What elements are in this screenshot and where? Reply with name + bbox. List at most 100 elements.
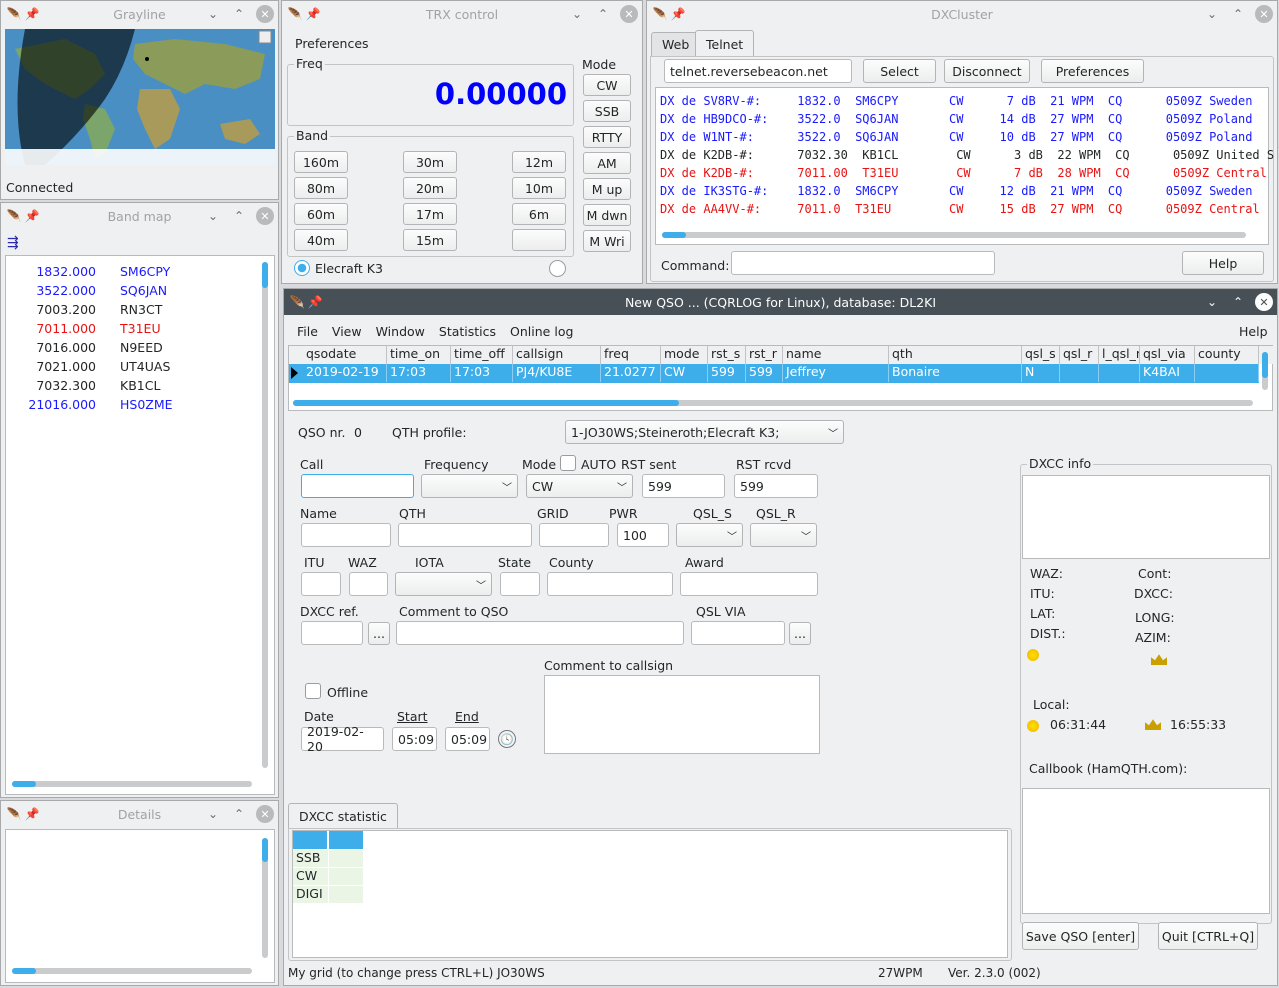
dx-spot-row[interactable]: DX de AA4VV-#: 7011.0 T31EU CW 15 dB 27 … [660, 202, 1260, 220]
column-header-county[interactable]: county [1195, 346, 1259, 364]
trx-preferences-menu[interactable]: Preferences [295, 36, 369, 51]
dx-spot-row[interactable]: DX de HB9DCO-#: 3522.0 SQ6JAN CW 14 dB 2… [660, 112, 1252, 130]
call-input[interactable] [301, 474, 414, 498]
column-header-rst-s[interactable]: rst_s [708, 346, 746, 364]
minimize-icon[interactable]: ⌄ [1203, 293, 1221, 311]
menu-window[interactable]: Window [376, 324, 425, 339]
pin-icon[interactable]: 📌 [306, 293, 324, 311]
pin-icon[interactable]: 📌 [304, 5, 322, 23]
mode-button-m-wri[interactable]: M Wri [583, 230, 631, 252]
dx-spot-list[interactable]: DX de SV8RV-#: 1832.0 SM6CPY CW 7 dB 21 … [655, 87, 1274, 245]
comment-qso-input[interactable] [396, 621, 684, 645]
maximize-icon[interactable]: ⌃ [230, 805, 248, 823]
column-header-l-qsl-r[interactable]: l_qsl_r [1099, 346, 1140, 364]
close-icon[interactable]: ✕ [256, 5, 274, 23]
mode-select[interactable]: CW ﹀ [526, 474, 633, 498]
column-header-qsl-s[interactable]: qsl_s [1022, 346, 1060, 364]
disconnect-button[interactable]: Disconnect [944, 59, 1030, 83]
bandmap-titlebar[interactable]: 🪶 📌 Band map ⌄ ⌃ ✕ [1, 203, 278, 229]
band-button-12m[interactable]: 12m [512, 151, 566, 173]
list-item[interactable]: 3522.000 SQ6JAN [6, 283, 167, 302]
maximize-icon[interactable]: ⌃ [1229, 293, 1247, 311]
column-header-qth[interactable]: qth [889, 346, 1022, 364]
dxcc-ref-browse-button[interactable]: ... [368, 622, 390, 645]
column-header-time-on[interactable]: time_on [387, 346, 451, 364]
date-input[interactable]: 2019-02-20 [301, 724, 384, 754]
minimize-icon[interactable]: ⌄ [204, 5, 222, 23]
pwr-input[interactable]: 100 [617, 523, 669, 547]
list-item[interactable]: 1832.000 SM6CPY [6, 264, 170, 283]
server-input[interactable]: telnet.reversebeacon.net [664, 59, 852, 83]
column-header-time-off[interactable]: time_off [451, 346, 513, 364]
tab-dxcc-statistic[interactable]: DXCC statistic [288, 803, 398, 829]
radio-selector[interactable]: Elecraft K3 [294, 260, 383, 276]
mode-button-m-dwn[interactable]: M dwn [583, 204, 631, 226]
frequency-select[interactable]: ﹀ [421, 474, 518, 498]
band-button-80m[interactable]: 80m [294, 177, 348, 199]
offline-checkbox[interactable] [305, 683, 321, 699]
details-titlebar[interactable]: 🪶 📌 Details ⌄ ⌃ ✕ [1, 801, 278, 827]
band-button-40m[interactable]: 40m [294, 229, 348, 251]
iota-select[interactable]: ﹀ [395, 572, 492, 596]
comment-callsign-input[interactable] [544, 675, 820, 754]
list-item[interactable]: 7032.300 KB1CL [6, 378, 160, 397]
band-button-160m[interactable]: 160m [294, 151, 348, 173]
menu-online-log[interactable]: Online log [510, 324, 573, 339]
trx-titlebar[interactable]: 🪶 📌 TRX control ⌄ ⌃ ✕ [282, 1, 642, 27]
command-input[interactable] [731, 251, 995, 275]
mode-button-m-up[interactable]: M up [583, 178, 631, 200]
bandmap-filter-icon[interactable]: ⇶ [7, 235, 19, 251]
mode-button-cw[interactable]: CW [583, 74, 631, 96]
close-icon[interactable]: ✕ [1255, 293, 1273, 311]
radio-on-icon[interactable] [294, 260, 310, 276]
table-vscroll[interactable] [1262, 352, 1268, 390]
tab-web[interactable]: Web [651, 32, 701, 56]
menu-help[interactable]: Help [1239, 324, 1268, 339]
county-input[interactable] [547, 572, 673, 596]
dxcluster-titlebar[interactable]: 🪶 📌 DXCluster ⌄ ⌃ ✕ [647, 1, 1277, 27]
clock-icon[interactable]: 🕓 [498, 730, 516, 748]
qsl-via-input[interactable] [691, 621, 785, 645]
minimize-icon[interactable]: ⌄ [204, 805, 222, 823]
table-hscroll[interactable] [293, 400, 1253, 406]
menu-statistics[interactable]: Statistics [439, 324, 496, 339]
dxcc-ref-input[interactable] [301, 621, 363, 645]
recent-qso-table[interactable]: qsodate time_on time_off callsign freq mode rs… [288, 345, 1274, 411]
qsl-via-browse-button[interactable]: ... [789, 622, 811, 645]
band-button-20m[interactable]: 20m [403, 177, 457, 199]
tab-telnet[interactable]: Telnet [695, 30, 755, 57]
name-input[interactable] [301, 523, 391, 547]
minimize-icon[interactable]: ⌄ [568, 5, 586, 23]
mode-button-ssb[interactable]: SSB [583, 100, 631, 122]
bandmap-vscroll[interactable] [262, 262, 268, 768]
close-icon[interactable]: ✕ [1255, 5, 1273, 23]
column-header-qsodate[interactable]: qsodate [303, 346, 387, 364]
list-item[interactable]: 7016.000 N9EED [6, 340, 162, 359]
list-item[interactable]: 7021.000 UT4UAS [6, 359, 170, 378]
grayline-titlebar[interactable]: 🪶 📌 Grayline ⌄ ⌃ ✕ [1, 1, 278, 27]
column-header-qsl-via[interactable]: qsl_via [1140, 346, 1195, 364]
dx-spot-row[interactable]: DX de SV8RV-#: 1832.0 SM6CPY CW 7 dB 21 … [660, 94, 1252, 112]
maximize-icon[interactable]: ⌃ [594, 5, 612, 23]
list-item[interactable]: 7011.000 T31EU [6, 321, 160, 340]
list-item[interactable]: 7003.200 RN3CT [6, 302, 162, 321]
save-qso-button[interactable]: Save QSO [enter] [1022, 922, 1139, 950]
end-input[interactable]: 05:09 [445, 727, 490, 751]
qth-profile-select[interactable]: 1-JO30WS;Steineroth;Elecraft K3; ﹀ [565, 420, 844, 444]
dx-spot-row[interactable]: DX de K2DB-#: 7011.00 T31EU CW 7 dB 28 W… [660, 166, 1267, 184]
menu-file[interactable]: File [297, 324, 318, 339]
qsl-r-select[interactable]: ﹀ [750, 523, 817, 547]
band-button-6m[interactable]: 6m [512, 203, 566, 225]
menu-view[interactable]: View [332, 324, 362, 339]
pin-icon[interactable]: 📌 [23, 5, 41, 23]
dx-spot-row[interactable]: DX de W1NT-#: 3522.0 SQ6JAN CW 10 dB 27 … [660, 130, 1252, 148]
pin-icon[interactable]: 📌 [669, 5, 687, 23]
maximize-icon[interactable]: ⌃ [1229, 5, 1247, 23]
band-button-10m[interactable]: 10m [512, 177, 566, 199]
mode-button-rtty[interactable]: RTTY [583, 126, 631, 148]
radio-off-icon[interactable] [549, 260, 566, 277]
details-vscroll[interactable] [262, 838, 268, 958]
rst-sent-input[interactable]: 599 [642, 474, 725, 498]
column-header-name[interactable]: name [783, 346, 889, 364]
minimize-icon[interactable]: ⌄ [204, 207, 222, 225]
